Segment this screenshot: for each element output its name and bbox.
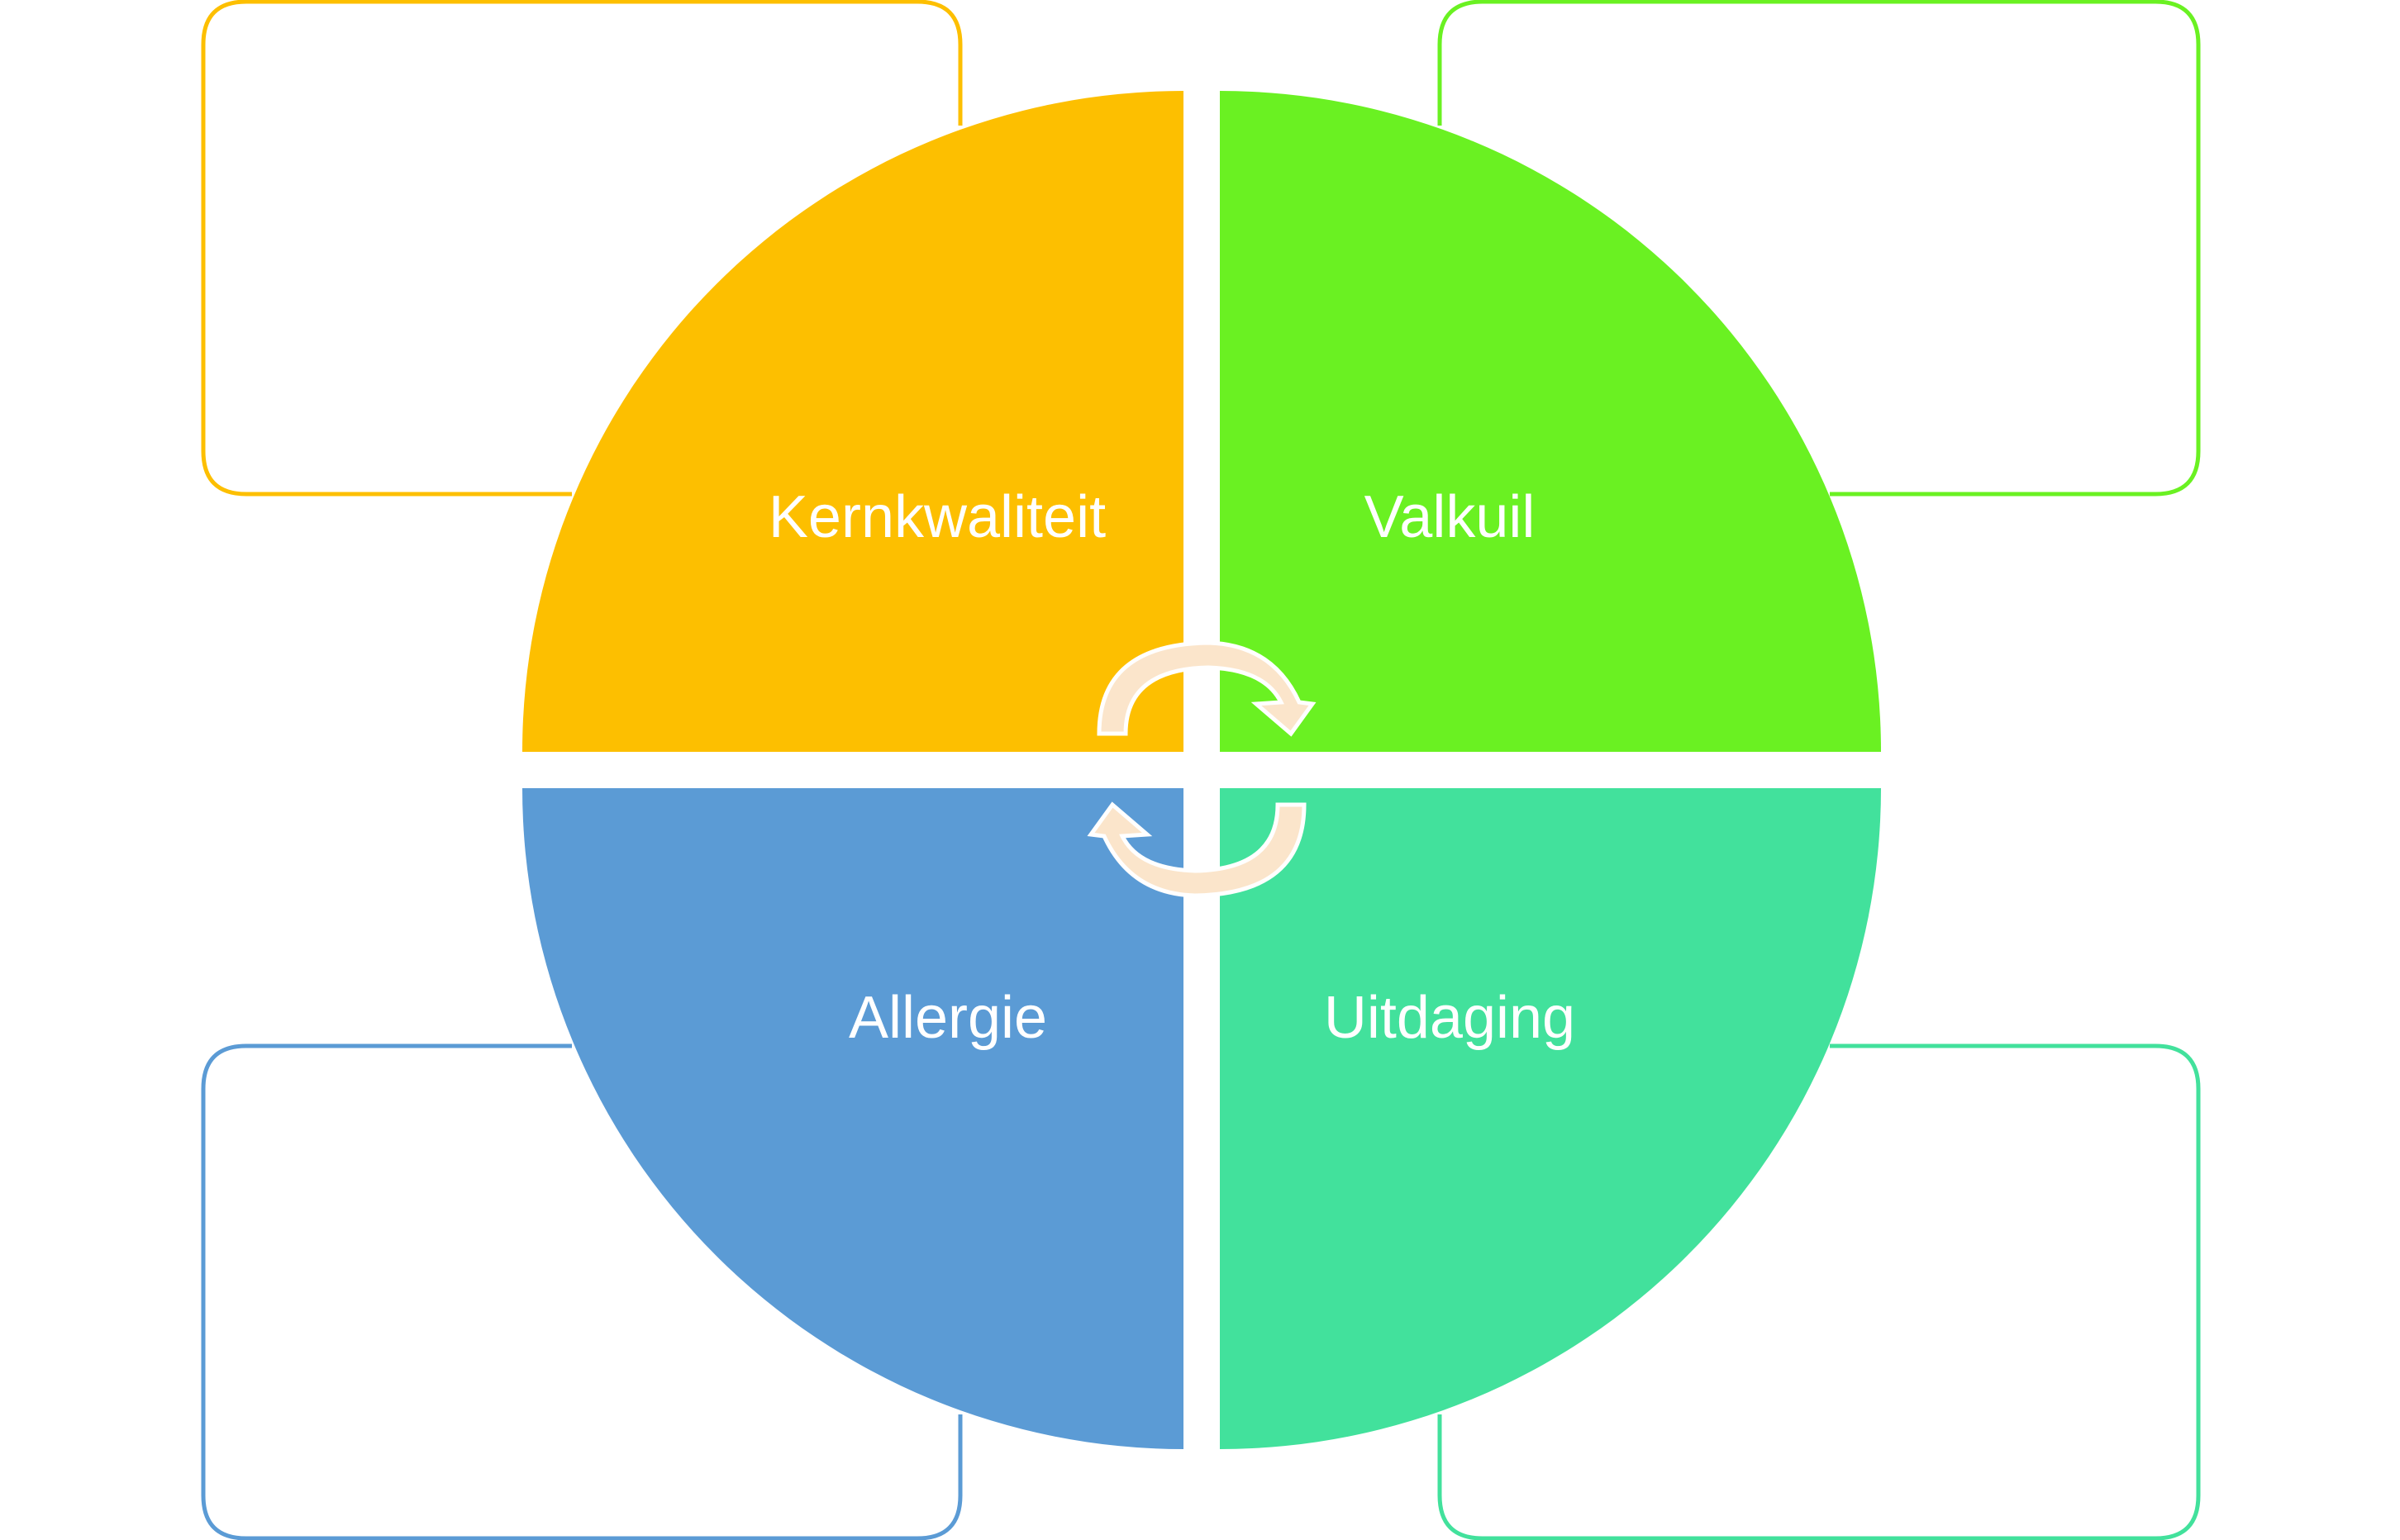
label-valkuil: Valkuil <box>1364 484 1536 550</box>
core-quadrant-diagram: Kernkwaliteit Valkuil Allergie Uitdaging <box>201 0 2201 1540</box>
label-uitdaging: Uitdaging <box>1324 985 1575 1051</box>
quadrant-valkuil <box>1220 91 1881 752</box>
label-kernkwaliteit: Kernkwaliteit <box>769 484 1106 550</box>
label-allergie: Allergie <box>849 985 1047 1051</box>
quadrant-kernkwaliteit <box>522 91 1183 752</box>
quadrant-allergie <box>522 788 1183 1449</box>
quadrant-uitdaging <box>1220 788 1881 1449</box>
